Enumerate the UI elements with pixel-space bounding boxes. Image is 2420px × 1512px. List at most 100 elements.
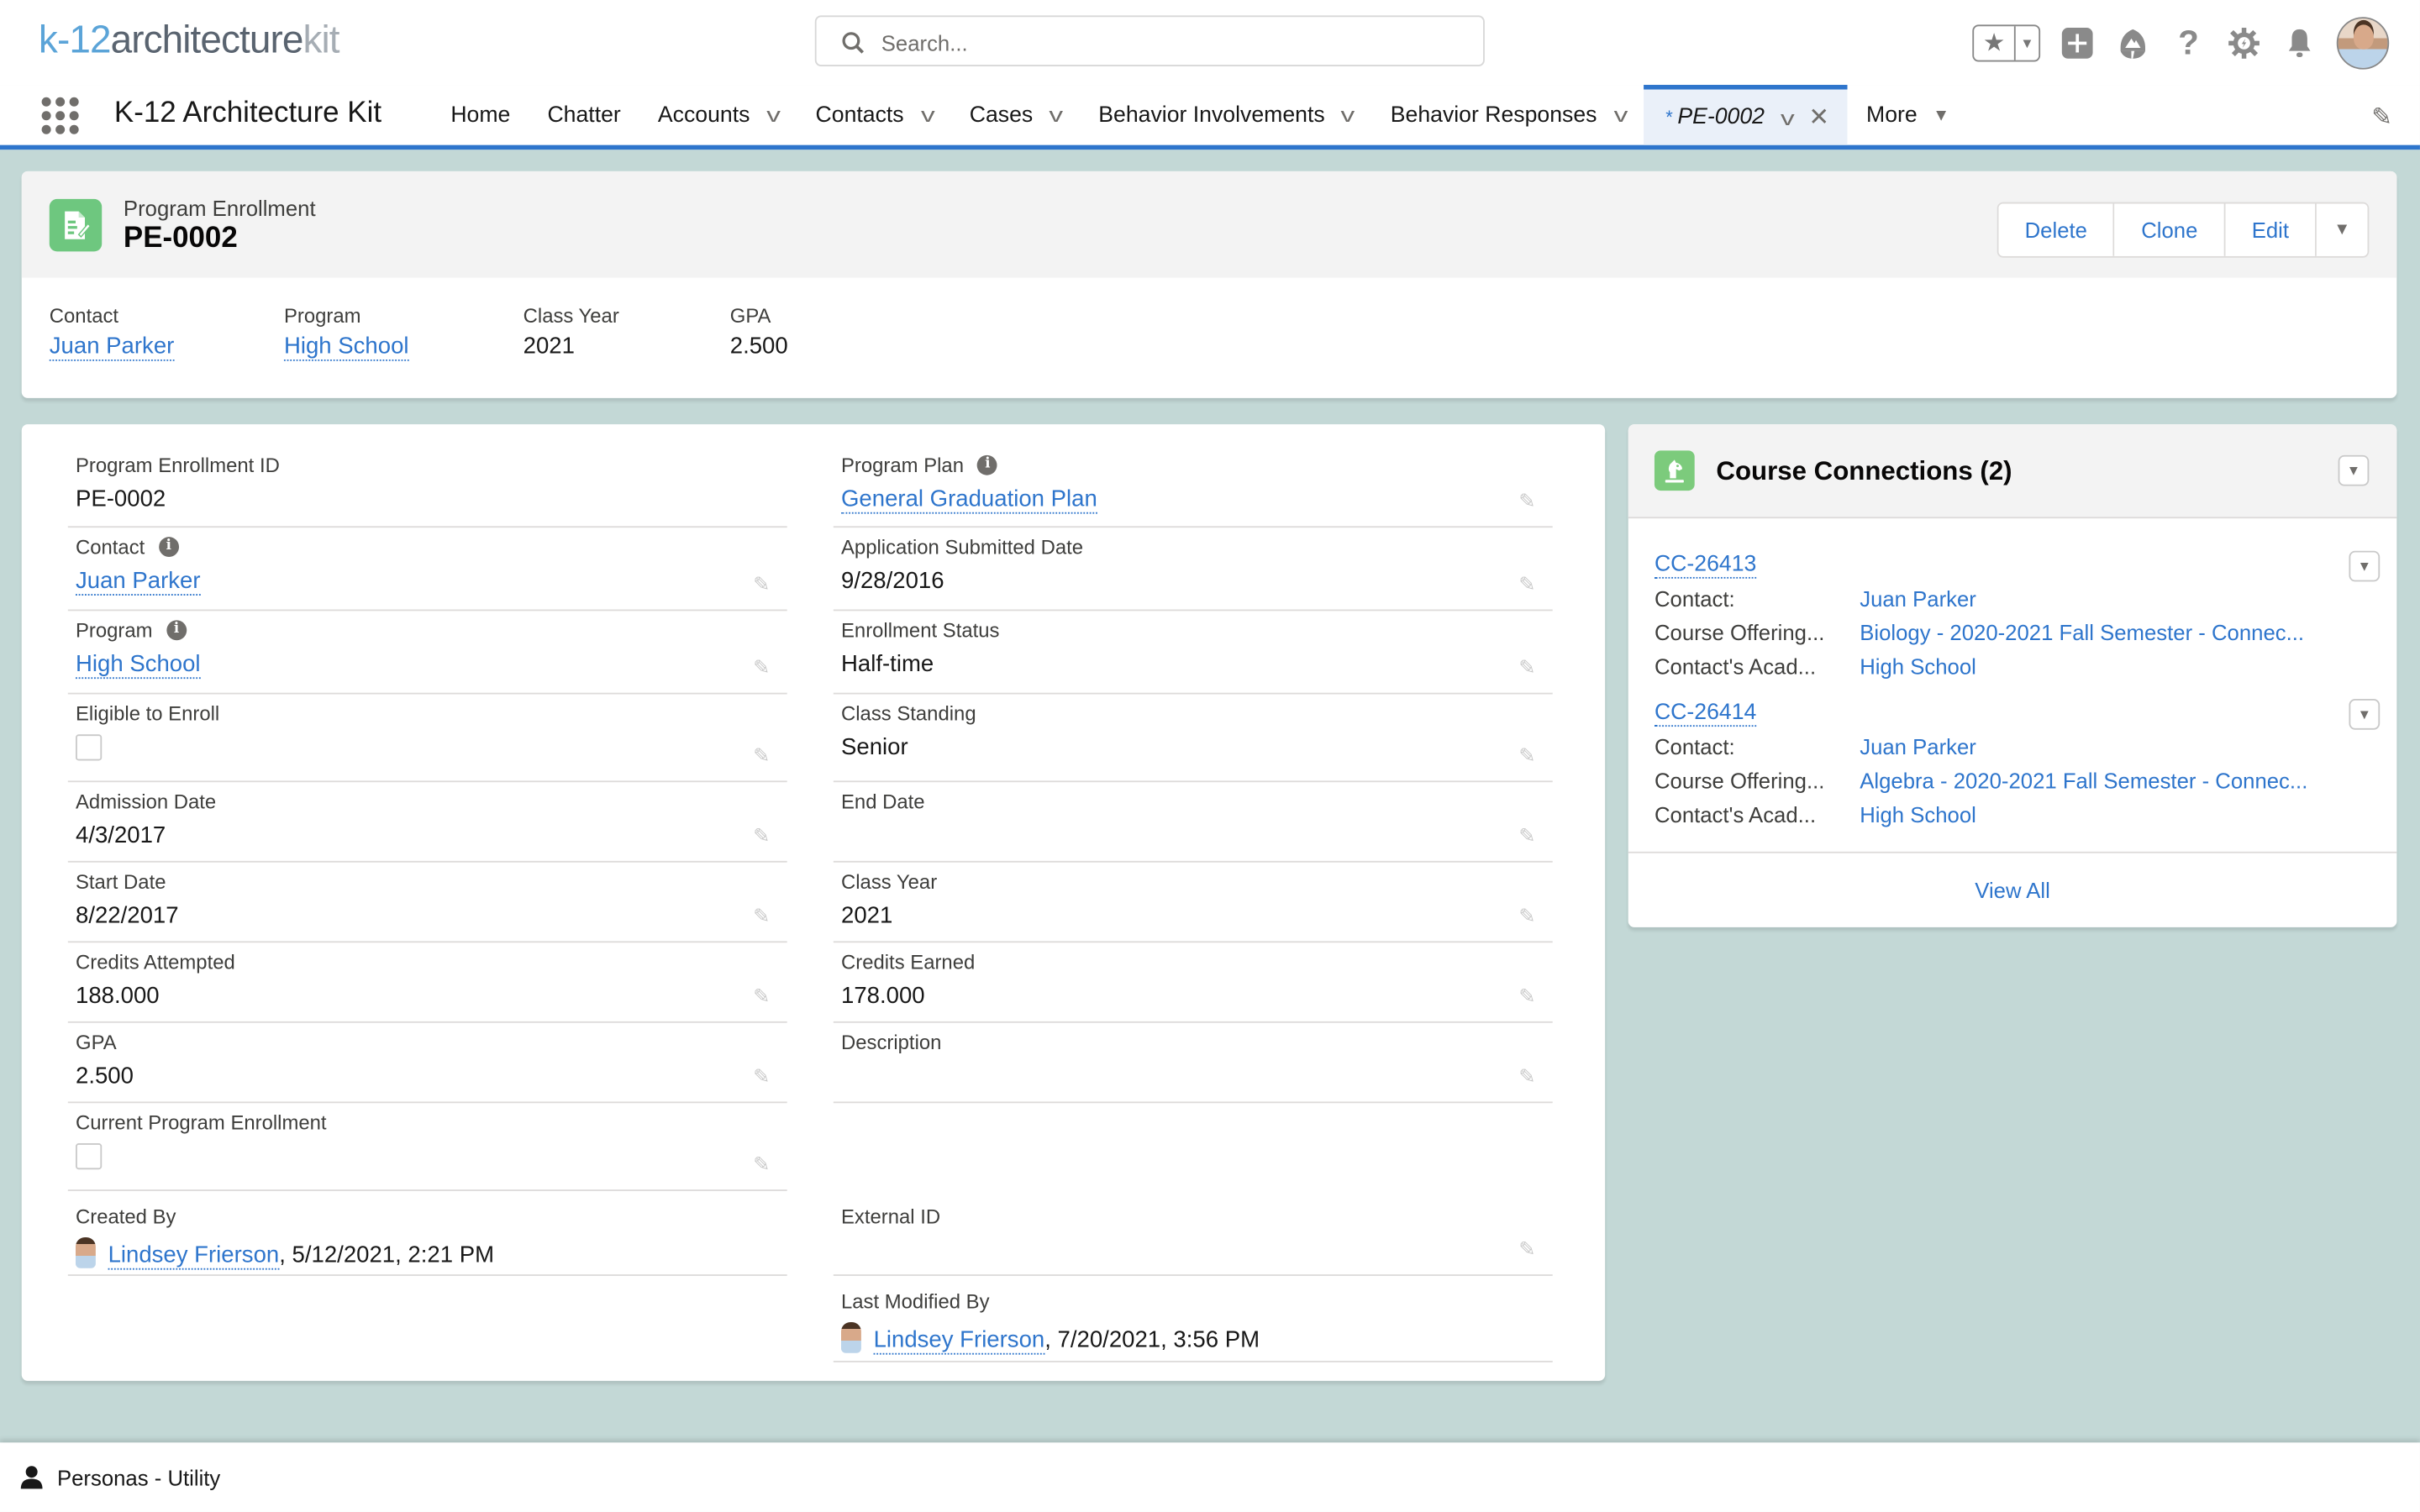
- notifications-bell-icon[interactable]: [2281, 24, 2318, 61]
- edit-pencil-icon[interactable]: ✎: [753, 1152, 775, 1176]
- view-all-link[interactable]: View All: [1975, 878, 2050, 902]
- chevron-down-icon[interactable]: v: [1613, 103, 1628, 127]
- clone-button[interactable]: Clone: [2114, 203, 2226, 256]
- tab-pe-0002-active[interactable]: * PE-0002 v ✕: [1644, 85, 1849, 145]
- chevron-down-icon[interactable]: v: [766, 103, 781, 127]
- program-plan-link[interactable]: General Graduation Plan: [841, 486, 1097, 514]
- last-modified-by-user-link[interactable]: Lindsey Frierson: [873, 1326, 1045, 1355]
- academic-program-link[interactable]: High School: [1860, 802, 1976, 828]
- related-record-item: CC-26414 ▼ Contact: Juan Parker Course Of…: [1654, 699, 2381, 828]
- edit-pencil-icon[interactable]: ✎: [1518, 656, 1540, 680]
- related-contact-link[interactable]: Juan Parker: [1860, 586, 1976, 612]
- contact-link[interactable]: Juan Parker: [75, 567, 201, 596]
- edit-pencil-icon[interactable]: ✎: [1518, 1237, 1540, 1261]
- eligible-to-enroll-checkbox[interactable]: [75, 734, 103, 761]
- field-eligible-to-enroll: Eligible to Enroll ✎: [67, 695, 787, 783]
- course-offering-link[interactable]: Algebra - 2020-2021 Fall Semester - Conn…: [1860, 769, 2307, 795]
- edit-pencil-icon[interactable]: ✎: [753, 572, 775, 596]
- field-class-standing: Class Standing Senior ✎: [833, 695, 1553, 783]
- setup-gear-icon[interactable]: [2226, 24, 2263, 61]
- related-list-dropdown-icon[interactable]: ▼: [2338, 454, 2370, 486]
- favorites-button[interactable]: ★ ▼: [1972, 24, 2041, 62]
- edit-pencil-icon[interactable]: ✎: [753, 743, 775, 767]
- user-avatar[interactable]: [2336, 17, 2390, 70]
- record-detail-card: Program Enrollment ID PE-0002 Contact i J…: [21, 424, 1606, 1381]
- field-description: Description ✎: [833, 1023, 1553, 1104]
- app-navigation-bar: K-12 Architecture Kit Home Chatter Accou…: [0, 85, 2420, 150]
- tab-behavior-responses[interactable]: Behavior Responses v: [1372, 85, 1644, 145]
- tab-behavior-involvements[interactable]: Behavior Involvements v: [1080, 85, 1371, 145]
- edit-pencil-icon[interactable]: ✎: [1518, 984, 1540, 1008]
- tab-more[interactable]: More ▼: [1848, 85, 1968, 145]
- chevron-down-icon[interactable]: v: [1050, 103, 1064, 127]
- help-icon[interactable]: ?: [2170, 24, 2207, 62]
- edit-nav-pencil-icon[interactable]: ✎: [2371, 102, 2392, 133]
- edit-button[interactable]: Edit: [2225, 203, 2317, 256]
- record-title: PE-0002: [123, 222, 238, 255]
- program-link[interactable]: High School: [283, 333, 409, 361]
- field-credits-earned: Credits Earned 178.000 ✎: [833, 942, 1553, 1023]
- edit-pencil-icon[interactable]: ✎: [753, 656, 775, 680]
- tab-accounts[interactable]: Accounts v: [639, 85, 797, 145]
- edit-pencil-icon[interactable]: ✎: [1518, 824, 1540, 848]
- field-class-year: Class Year 2021 ✎: [833, 863, 1553, 943]
- tab-home[interactable]: Home: [432, 85, 529, 145]
- highlight-field-program: Program High School: [283, 303, 409, 361]
- edit-pencil-icon[interactable]: ✎: [753, 824, 775, 848]
- edit-pencil-icon[interactable]: ✎: [1518, 743, 1540, 767]
- academic-program-link[interactable]: High School: [1860, 654, 1976, 680]
- related-contact-link[interactable]: Juan Parker: [1860, 734, 1976, 760]
- trailhead-icon[interactable]: [2114, 24, 2151, 61]
- info-icon[interactable]: i: [977, 454, 998, 475]
- edit-pencil-icon[interactable]: ✎: [1518, 572, 1540, 596]
- current-program-enrollment-checkbox[interactable]: [75, 1142, 103, 1170]
- field-program-enrollment-id: Program Enrollment ID PE-0002: [67, 446, 787, 528]
- app-launcher-icon[interactable]: [41, 97, 79, 134]
- highlight-field-gpa: GPA 2.500: [729, 303, 788, 360]
- related-list-title[interactable]: Course Connections (2): [1716, 457, 2012, 488]
- global-add-icon[interactable]: [2059, 24, 2096, 61]
- user-avatar: [841, 1322, 861, 1353]
- contact-link[interactable]: Juan Parker: [49, 333, 175, 361]
- edit-pencil-icon[interactable]: ✎: [753, 904, 775, 927]
- field-external-id: External ID ✎: [833, 1191, 1553, 1276]
- chevron-down-icon[interactable]: v: [920, 103, 934, 127]
- row-actions-dropdown-icon[interactable]: ▼: [2349, 550, 2381, 582]
- related-record-link[interactable]: CC-26413: [1654, 552, 1757, 579]
- user-avatar: [75, 1237, 96, 1268]
- tab-contacts[interactable]: Contacts v: [797, 85, 950, 145]
- edit-pencil-icon[interactable]: ✎: [1518, 904, 1540, 927]
- global-search[interactable]: [814, 15, 1485, 66]
- info-icon[interactable]: i: [166, 619, 187, 640]
- close-tab-icon[interactable]: ✕: [1808, 102, 1829, 133]
- row-actions-dropdown-icon[interactable]: ▼: [2349, 699, 2381, 730]
- delete-button[interactable]: Delete: [1998, 203, 2115, 256]
- edit-pencil-icon[interactable]: ✎: [753, 1064, 775, 1088]
- program-link[interactable]: High School: [75, 651, 201, 680]
- field-program-plan: Program Plan i General Graduation Plan ✎: [833, 446, 1553, 528]
- created-by-user-link[interactable]: Lindsey Frierson: [108, 1242, 280, 1270]
- tab-chatter[interactable]: Chatter: [529, 85, 639, 145]
- app-name: K-12 Architecture Kit: [113, 97, 382, 130]
- course-connection-knight-icon: [1654, 450, 1695, 491]
- more-actions-dropdown-icon[interactable]: ▼: [2317, 203, 2368, 256]
- chevron-down-icon[interactable]: v: [1341, 103, 1355, 127]
- field-current-program-enrollment: Current Program Enrollment ✎: [67, 1103, 787, 1191]
- edit-pencil-icon[interactable]: ✎: [753, 984, 775, 1008]
- search-input[interactable]: [878, 24, 1471, 62]
- chevron-down-icon[interactable]: v: [1781, 106, 1796, 129]
- person-icon: [20, 1466, 43, 1489]
- course-offering-link[interactable]: Biology - 2020-2021 Fall Semester - Conn…: [1860, 620, 2304, 646]
- field-gpa: GPA 2.500 ✎: [67, 1023, 787, 1104]
- edit-pencil-icon[interactable]: ✎: [1518, 489, 1540, 512]
- tab-cases[interactable]: Cases v: [951, 85, 1081, 145]
- related-record-link[interactable]: CC-26414: [1654, 700, 1757, 727]
- favorites-dropdown-icon[interactable]: ▼: [2016, 26, 2039, 60]
- personas-utility-item[interactable]: Personas - Utility: [18, 1464, 220, 1490]
- edit-pencil-icon[interactable]: ✎: [1518, 1064, 1540, 1088]
- favorites-star-icon[interactable]: ★: [1974, 26, 2016, 60]
- org-logo[interactable]: k-12architecturekit: [39, 18, 340, 63]
- info-icon[interactable]: i: [158, 536, 179, 557]
- field-enrollment-status: Enrollment Status Half-time ✎: [833, 611, 1553, 695]
